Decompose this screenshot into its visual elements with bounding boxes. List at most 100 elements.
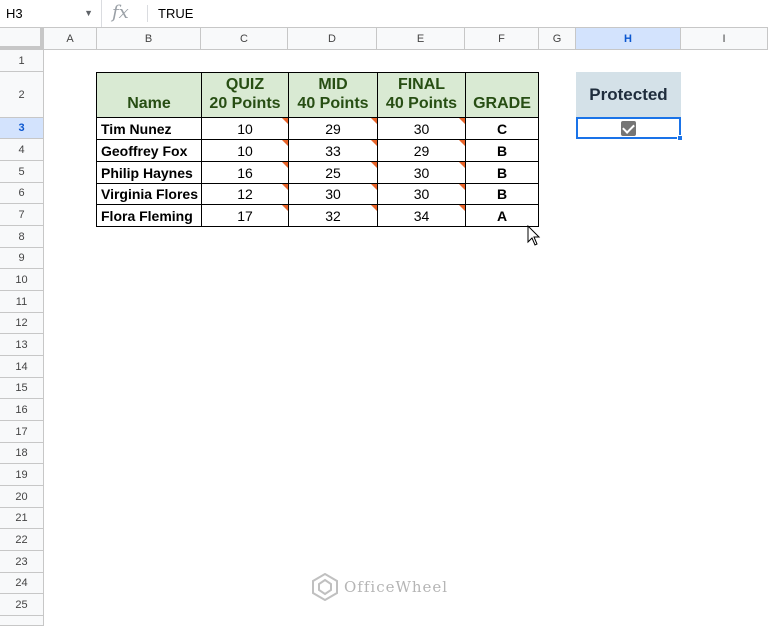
row-header-5[interactable]: 5 [0,161,44,183]
header-grade-label: GRADE [473,95,531,112]
mouse-pointer-icon [527,225,541,246]
row-header-17[interactable]: 17 [0,421,44,443]
table-cell-final[interactable]: 29 [377,139,466,162]
row-header-18[interactable]: 18 [0,443,44,464]
column-header-d[interactable]: D [288,28,377,50]
row-header-26[interactable] [0,616,44,626]
row-header-22[interactable]: 22 [0,529,44,551]
officewheel-logo-icon [312,573,338,601]
chevron-down-icon[interactable]: ▼ [84,0,93,27]
cell-value: 32 [325,207,341,224]
table-cell-name[interactable]: Geoffrey Fox [96,139,202,162]
row-header-1[interactable]: 1 [0,50,44,72]
row-header-21[interactable]: 21 [0,508,44,529]
column-header-f[interactable]: F [465,28,539,50]
cell-value: 10 [237,142,253,159]
header-mid-line1: MID [318,76,348,93]
table-cell-grade[interactable]: C [465,117,539,140]
column-header-a[interactable]: A [44,28,97,50]
table-cell-mid[interactable]: 30 [288,183,378,205]
table-cell-grade[interactable]: A [465,204,539,227]
row-header-12[interactable]: 12 [0,313,44,334]
row-header-6[interactable]: 6 [0,183,44,204]
row-header-3[interactable]: 3 [0,118,44,139]
row-header-20[interactable]: 20 [0,486,44,508]
table-cell-name[interactable]: Flora Fleming [96,204,202,227]
row-header-25[interactable]: 25 [0,594,44,616]
table-cell-final[interactable]: 34 [377,204,466,227]
row-header-14[interactable]: 14 [0,356,44,378]
name-box[interactable]: H3 ▼ [0,0,102,27]
column-header-g[interactable]: G [539,28,576,50]
header-quiz[interactable]: QUIZ 20 Points [201,72,289,118]
table-cell-final[interactable]: 30 [377,117,466,140]
row-header-15[interactable]: 15 [0,378,44,399]
cell-reference: H3 [6,6,23,21]
formula-input[interactable]: TRUE [158,0,193,27]
cell-value: 33 [325,142,341,159]
column-header-h[interactable]: H [576,28,681,50]
column-header-c[interactable]: C [201,28,288,50]
header-final-line2: 40 Points [385,95,458,112]
protected-header[interactable]: Protected [576,72,681,118]
header-grade[interactable]: GRADE [465,72,539,118]
cell-value: 10 [237,120,253,137]
row-header-19[interactable]: 19 [0,464,44,486]
formula-bar: H3 ▼ fx TRUE [0,0,768,28]
table-cell-grade[interactable]: B [465,161,539,184]
table-cell-mid[interactable]: 25 [288,161,378,184]
table-cell-quiz[interactable]: 10 [201,117,289,140]
table-cell-quiz[interactable]: 10 [201,139,289,162]
header-quiz-line1: QUIZ [225,76,265,93]
fx-icon: fx [112,2,129,23]
cell-value: 29 [413,142,430,159]
cell-value: 25 [325,164,341,181]
cell-value: 29 [325,120,341,137]
row-header-11[interactable]: 11 [0,291,44,313]
selected-cell-h3[interactable] [576,117,681,139]
header-final[interactable]: FINAL 40 Points [377,72,466,118]
table-cell-name[interactable]: Philip Haynes [96,161,202,184]
row-header-4[interactable]: 4 [0,139,44,161]
header-mid[interactable]: MID 40 Points [288,72,378,118]
table-cell-final[interactable]: 30 [377,183,466,205]
table-cell-quiz[interactable]: 17 [201,204,289,227]
row-header-9[interactable]: 9 [0,248,44,269]
cell-value: 34 [413,207,430,224]
row-header-8[interactable]: 8 [0,226,44,248]
checkbox-checked-icon[interactable] [621,120,636,136]
row-header-23[interactable]: 23 [0,551,44,573]
column-header-b[interactable]: B [97,28,201,50]
row-header-13[interactable]: 13 [0,334,44,356]
table-cell-name[interactable]: Virginia Flores [96,183,202,205]
divider [147,5,148,22]
row-header-2[interactable]: 2 [0,72,44,118]
column-header-i[interactable]: I [681,28,768,50]
row-header-7[interactable]: 7 [0,204,44,226]
table-cell-grade[interactable]: B [465,183,539,205]
table-cell-mid[interactable]: 32 [288,204,378,227]
table-cell-final[interactable]: 30 [377,161,466,184]
table-cell-quiz[interactable]: 16 [201,161,289,184]
select-all-corner[interactable] [0,28,44,50]
cell-value: 30 [413,120,430,137]
table-cell-quiz[interactable]: 12 [201,183,289,205]
header-name-label: Name [127,95,171,112]
cell-value: 16 [237,164,253,181]
watermark-text: OfficeWheel [344,578,449,596]
cell-value: 12 [237,186,253,202]
header-name[interactable]: Name [96,72,202,118]
table-cell-mid[interactable]: 29 [288,117,378,140]
row-header-24[interactable]: 24 [0,573,44,594]
table-cell-grade[interactable]: B [465,139,539,162]
row-header-10[interactable]: 10 [0,269,44,291]
column-header-e[interactable]: E [377,28,465,50]
header-final-line1: FINAL [397,76,446,93]
fill-handle[interactable] [677,135,683,141]
table-cell-name[interactable]: Tim Nunez [96,117,202,140]
table-cell-mid[interactable]: 33 [288,139,378,162]
cell-value: 30 [413,186,430,202]
header-mid-line2: 40 Points [297,95,369,112]
row-header-16[interactable]: 16 [0,399,44,421]
cell-value: 17 [237,207,253,224]
